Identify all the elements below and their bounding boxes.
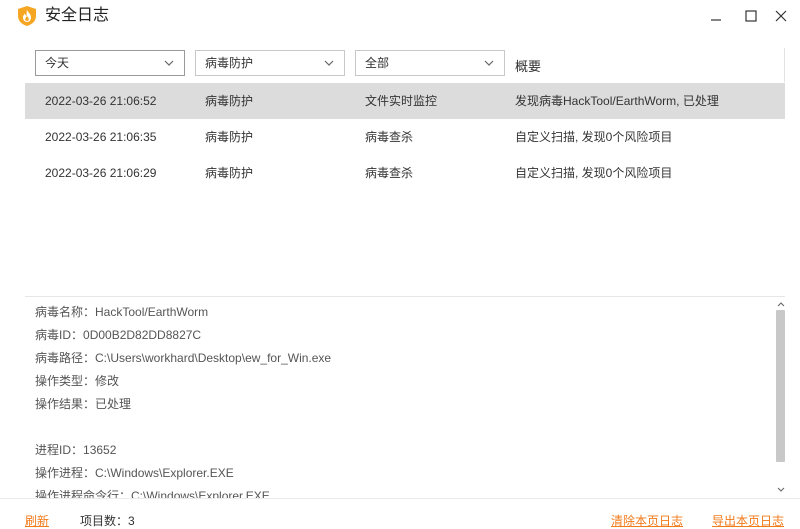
log-module: 病毒防护 xyxy=(205,166,254,180)
log-summary: 自定义扫描, 发现0个风险项目 xyxy=(515,166,673,180)
summary-column-header: 概要 xyxy=(515,59,542,74)
maximize-button[interactable] xyxy=(740,5,762,27)
log-table: 2022-03-26 21:06:52 病毒防护 文件实时监控 发现病毒Hack… xyxy=(25,83,785,293)
table-row[interactable]: 2022-03-26 21:06:35 病毒防护 病毒查杀 自定义扫描, 发现0… xyxy=(25,119,785,155)
detail-process: 操作进程：C:\Windows\Explorer.EXE xyxy=(35,465,234,481)
log-time: 2022-03-26 21:06:35 xyxy=(45,130,157,144)
detail-virus-name: 病毒名称：HackTool/EarthWorm xyxy=(35,304,208,320)
minimize-button[interactable] xyxy=(705,5,727,27)
log-type: 病毒查杀 xyxy=(365,166,414,180)
detail-key: 操作类型： xyxy=(35,374,96,388)
log-summary: 发现病毒HackTool/EarthWorm, 已处理 xyxy=(515,94,719,108)
detail-value: 0D00B2D82DD8827C xyxy=(83,328,202,342)
detail-panel: 病毒名称：HackTool/EarthWorm 病毒ID：0D00B2D82DD… xyxy=(25,297,785,498)
type-filter-dropdown[interactable]: 全部 xyxy=(355,50,505,76)
log-type: 病毒查杀 xyxy=(365,130,414,144)
shield-flame-icon xyxy=(18,6,36,26)
log-summary: 自定义扫描, 发现0个风险项目 xyxy=(515,130,673,144)
detail-value: 修改 xyxy=(95,374,120,388)
date-filter-value: 今天 xyxy=(45,56,70,70)
filter-header: 今天 病毒防护 全部 概要 xyxy=(25,48,785,82)
scrollbar-thumb[interactable] xyxy=(776,310,785,462)
module-filter-value: 病毒防护 xyxy=(205,56,254,70)
detail-key: 操作进程： xyxy=(35,466,96,480)
detail-key: 操作结果： xyxy=(35,397,96,411)
table-row[interactable]: 2022-03-26 21:06:29 病毒防护 病毒查杀 自定义扫描, 发现0… xyxy=(25,155,785,191)
detail-virus-path: 病毒路径：C:\Users\workhard\Desktop\ew_for_Wi… xyxy=(35,350,331,366)
log-module: 病毒防护 xyxy=(205,130,254,144)
log-module: 病毒防护 xyxy=(205,94,254,108)
date-filter-dropdown[interactable]: 今天 xyxy=(35,50,185,76)
detail-value: 已处理 xyxy=(95,397,132,411)
detail-value: C:\Windows\Explorer.EXE xyxy=(95,466,234,480)
export-page-logs-link[interactable]: 导出本页日志 xyxy=(712,513,784,529)
scroll-up-icon[interactable] xyxy=(777,301,785,307)
item-count: 项目数：3 xyxy=(80,513,135,529)
close-icon xyxy=(775,10,787,22)
title-bar: 安全日志 xyxy=(0,0,800,34)
scroll-down-icon[interactable] xyxy=(777,487,785,493)
footer-bar: 刷新 项目数：3 清除本页日志 导出本页日志 xyxy=(0,498,800,529)
chevron-down-icon xyxy=(484,60,494,66)
clear-page-logs-link[interactable]: 清除本页日志 xyxy=(611,513,683,529)
window-title: 安全日志 xyxy=(45,7,110,24)
detail-process-id: 进程ID：13652 xyxy=(35,442,116,458)
detail-operation-result: 操作结果：已处理 xyxy=(35,396,131,412)
close-button[interactable] xyxy=(770,5,792,27)
detail-key: 病毒路径： xyxy=(35,351,96,365)
detail-value: C:\Windows\Explorer.EXE xyxy=(131,489,270,498)
detail-virus-id: 病毒ID：0D00B2D82DD8827C xyxy=(35,327,201,343)
module-filter-dropdown[interactable]: 病毒防护 xyxy=(195,50,345,76)
detail-process-cmdline: 操作进程命令行：C:\Windows\Explorer.EXE xyxy=(35,488,270,498)
log-time: 2022-03-26 21:06:29 xyxy=(45,166,157,180)
detail-operation-type: 操作类型：修改 xyxy=(35,373,119,389)
log-time: 2022-03-26 21:06:52 xyxy=(45,94,157,108)
header-scroll-divider xyxy=(784,48,785,82)
detail-value: C:\Users\workhard\Desktop\ew_for_Win.exe xyxy=(95,351,332,365)
refresh-link[interactable]: 刷新 xyxy=(25,513,49,529)
log-type: 文件实时监控 xyxy=(365,94,438,108)
detail-key: 进程ID： xyxy=(35,443,84,457)
detail-scrollbar[interactable] xyxy=(776,297,786,498)
type-filter-value: 全部 xyxy=(365,56,390,70)
detail-key: 病毒ID： xyxy=(35,328,84,342)
detail-key: 操作进程命令行： xyxy=(35,489,132,498)
chevron-down-icon xyxy=(164,60,174,66)
detail-value: HackTool/EarthWorm xyxy=(95,305,209,319)
maximize-icon xyxy=(745,10,757,22)
minimize-icon xyxy=(711,19,721,21)
detail-value: 13652 xyxy=(83,443,117,457)
table-row[interactable]: 2022-03-26 21:06:52 病毒防护 文件实时监控 发现病毒Hack… xyxy=(25,83,785,119)
chevron-down-icon xyxy=(324,60,334,66)
detail-key: 病毒名称： xyxy=(35,305,96,319)
